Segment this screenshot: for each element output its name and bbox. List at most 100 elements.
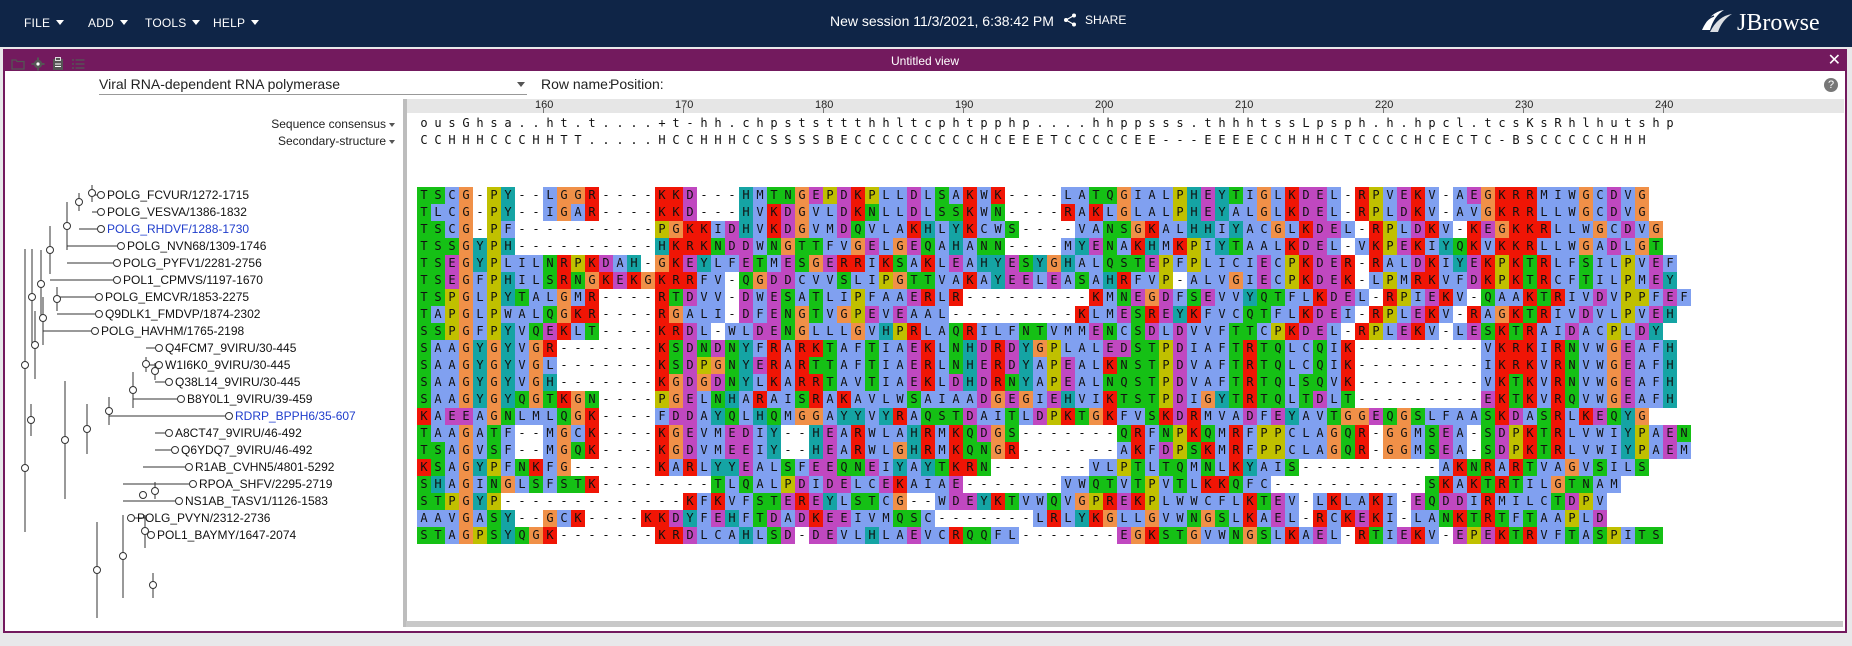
track-cell: c bbox=[1442, 116, 1450, 130]
tree-leaf-node[interactable] bbox=[113, 276, 121, 284]
clipboard-icon[interactable] bbox=[51, 57, 65, 71]
tree-leaf-label[interactable]: POLG_EMCVR/1853-2275 bbox=[105, 290, 249, 304]
tree-internal-node[interactable] bbox=[105, 407, 113, 415]
track-cell: H bbox=[532, 133, 540, 147]
tree-leaf-label[interactable]: POLG_VESVA/1386-1832 bbox=[107, 205, 247, 219]
tree-internal-node[interactable] bbox=[46, 246, 54, 254]
tree-internal-node[interactable] bbox=[27, 416, 35, 424]
tree-internal-node[interactable] bbox=[139, 491, 147, 499]
help-icon[interactable]: ? bbox=[1824, 78, 1838, 92]
tree-leaf-label[interactable]: POLG_HAVHM/1765-2198 bbox=[101, 324, 244, 338]
tree-internal-node[interactable] bbox=[75, 198, 83, 206]
menu-help[interactable]: HELP bbox=[213, 16, 260, 30]
track-cell: p bbox=[938, 116, 946, 130]
tree-leaf-label[interactable]: RDRP_BPPH6/35-607 bbox=[235, 409, 356, 423]
tree-leaf-label[interactable]: POLG_RHDVF/1288-1730 bbox=[107, 222, 249, 236]
tree-leaf-label[interactable]: B8Y0L1_9VIRU/39-459 bbox=[187, 392, 312, 406]
residue-cell: S bbox=[1117, 255, 1131, 272]
tree-internal-node[interactable] bbox=[39, 314, 47, 322]
residue-cell: E bbox=[907, 340, 921, 357]
tree-internal-node[interactable] bbox=[63, 222, 71, 230]
tree-leaf-node[interactable] bbox=[97, 191, 105, 199]
tree-leaf-label[interactable]: POLG_PVYN/2312-2736 bbox=[137, 511, 270, 525]
tree-internal-node[interactable] bbox=[151, 487, 159, 495]
residue-cell: K bbox=[1131, 493, 1145, 510]
tree-internal-node[interactable] bbox=[28, 293, 36, 301]
tree-internal-node[interactable] bbox=[142, 360, 150, 368]
horizontal-scrollbar[interactable] bbox=[406, 621, 1843, 627]
tree-leaf-node[interactable] bbox=[97, 208, 105, 216]
menu-tools[interactable]: TOOLS bbox=[145, 16, 201, 30]
tree-leaf-label[interactable]: NS1AB_TASV1/1126-1583 bbox=[185, 494, 328, 508]
tree-leaf-node[interactable] bbox=[177, 395, 185, 403]
tree-internal-node[interactable] bbox=[149, 581, 157, 589]
list-icon[interactable] bbox=[71, 57, 85, 71]
tree-leaf-node[interactable] bbox=[95, 293, 103, 301]
tree-internal-node[interactable] bbox=[119, 552, 127, 560]
residue-cell: H bbox=[963, 340, 977, 357]
tree-leaf-label[interactable]: POLG_PYFV1/2281-2756 bbox=[123, 256, 262, 270]
tree-leaf-node[interactable] bbox=[189, 480, 197, 488]
tree-leaf-node[interactable] bbox=[155, 344, 163, 352]
close-view-icon[interactable]: ✕ bbox=[1828, 51, 1841, 70]
tree-leaf-label[interactable]: RPOA_SHFV/2295-2719 bbox=[199, 477, 332, 491]
menu-file[interactable]: FILE bbox=[24, 16, 65, 30]
tree-leaf-node[interactable] bbox=[91, 327, 99, 335]
residue-cell: F bbox=[501, 425, 515, 442]
tree-leaf-label[interactable]: Q9DLK1_FMDVP/1874-2302 bbox=[105, 307, 260, 321]
residue-cell: L bbox=[1033, 272, 1047, 289]
tree-internal-node[interactable] bbox=[61, 436, 69, 444]
tree-leaf-label[interactable]: Q6YDQ7_9VIRU/46-492 bbox=[181, 443, 312, 457]
folder-open-icon[interactable] bbox=[11, 57, 25, 71]
dataset-select[interactable]: Viral RNA-dependent RNA polymerase bbox=[99, 76, 527, 95]
residue-cell: I bbox=[1187, 391, 1201, 408]
track-cell: C bbox=[1274, 133, 1282, 147]
tree-leaf-node[interactable] bbox=[165, 378, 173, 386]
tree-internal-node[interactable] bbox=[141, 527, 149, 535]
residue-cell: - bbox=[602, 324, 610, 338]
menu-add[interactable]: ADD bbox=[88, 16, 128, 30]
tree-internal-node[interactable] bbox=[83, 425, 91, 433]
tree-leaf-label[interactable]: POLG_NVN68/1309-1746 bbox=[127, 239, 266, 253]
tree-leaf-label[interactable]: POLG_FCVUR/1272-1715 bbox=[107, 188, 249, 202]
tree-leaf-label[interactable]: POL1_CPMVS/1197-1670 bbox=[123, 273, 263, 287]
tree-internal-node[interactable] bbox=[129, 386, 137, 394]
tree-internal-node[interactable] bbox=[21, 464, 29, 472]
track-name-1[interactable]: Secondary-structure bbox=[278, 134, 395, 148]
tree-leaf-node[interactable] bbox=[171, 446, 179, 454]
tree-leaf-label[interactable]: Q4FCM7_9VIRU/30-445 bbox=[165, 341, 296, 355]
tree-internal-node[interactable] bbox=[88, 189, 96, 197]
tree-leaf-node[interactable] bbox=[185, 463, 193, 471]
residue-cell: P bbox=[1509, 442, 1523, 459]
tree-leaf-node[interactable] bbox=[117, 242, 125, 250]
tree-leaf-label[interactable]: A8CT47_9VIRU/46-492 bbox=[175, 426, 302, 440]
session-title[interactable]: New session 11/3/2021, 6:38:42 PM bbox=[830, 13, 1054, 29]
tree-internal-node[interactable] bbox=[31, 341, 39, 349]
tree-internal-node[interactable] bbox=[151, 367, 159, 375]
tree-leaf-node[interactable] bbox=[165, 429, 173, 437]
gear-icon[interactable] bbox=[31, 57, 45, 71]
tree-leaf-node[interactable] bbox=[113, 259, 121, 267]
tree-leaf-node[interactable] bbox=[95, 310, 103, 318]
tree-leaf-node[interactable] bbox=[127, 514, 135, 522]
residue-cell: - bbox=[1022, 239, 1030, 253]
tree-leaf-label[interactable]: POL1_BAYMY/1647-2074 bbox=[157, 528, 296, 542]
tree-internal-node[interactable] bbox=[21, 361, 29, 369]
tree-leaf-node[interactable] bbox=[97, 225, 105, 233]
tree-leaf-node[interactable] bbox=[225, 412, 233, 420]
track-name-0[interactable]: Sequence consensus bbox=[271, 117, 395, 131]
tree-internal-node[interactable] bbox=[93, 566, 101, 574]
track-cell: h bbox=[1568, 116, 1576, 130]
residue-cell: W bbox=[1215, 527, 1229, 544]
residue-cell: L bbox=[1285, 306, 1299, 323]
share-button[interactable]: SHARE bbox=[1063, 13, 1126, 27]
tree-leaf-label[interactable]: W1I6K0_9VIRU/30-445 bbox=[165, 358, 290, 372]
residue-cell: T bbox=[1523, 459, 1537, 476]
tree-leaf-label[interactable]: R1AB_CVHN5/4801-5292 bbox=[195, 460, 334, 474]
track-cell: B bbox=[1512, 133, 1520, 147]
tree-internal-node[interactable] bbox=[53, 295, 61, 303]
track-cell: C bbox=[952, 133, 960, 147]
tree-leaf-label[interactable]: Q38L14_9VIRU/30-445 bbox=[175, 375, 300, 389]
tree-leaf-node[interactable] bbox=[175, 497, 183, 505]
tree-internal-node[interactable] bbox=[37, 280, 45, 288]
